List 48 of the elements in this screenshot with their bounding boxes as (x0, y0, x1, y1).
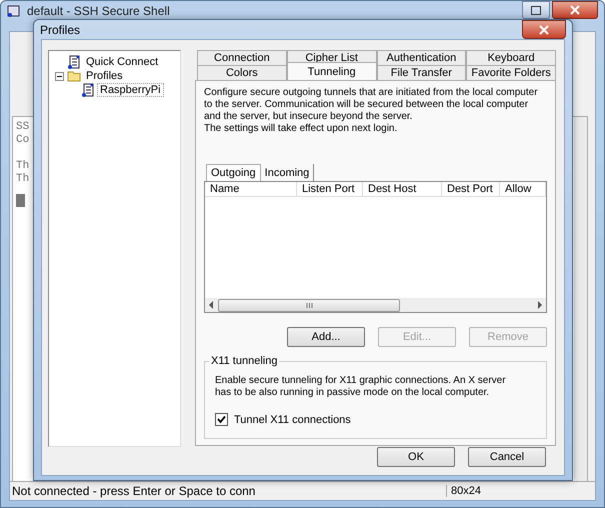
dialog-button[interactable]: OK (377, 447, 455, 467)
status-message: Not connected - press Enter or Space to conn (11, 484, 256, 498)
dialog-title: Profiles (40, 22, 80, 36)
terminal-cursor (16, 194, 25, 207)
terminal-line: Co (16, 134, 30, 146)
terminal-line: Th (16, 160, 30, 172)
column-header[interactable]: Name (205, 182, 297, 196)
terminal-line: SS (16, 121, 30, 133)
tab[interactable]: File Transfer (376, 65, 466, 80)
profile-icon (67, 55, 81, 69)
window-title: default - SSH Secure Shell (27, 4, 170, 18)
group-title: X11 tunneling (209, 355, 280, 367)
profile-icon (81, 83, 95, 97)
terminal-size: 80x24 (446, 485, 485, 497)
folder-icon (67, 69, 81, 83)
tunneling-description: Configure secure outgoing tunnels that are initiated from the local computer to the server. Communication will be secured between the local computer and the server, but insecure beyond the server. The settings will take effect upon next login. (204, 87, 539, 135)
app-icon (7, 4, 21, 18)
close-icon (539, 24, 549, 34)
scroll-right-icon[interactable] (537, 301, 543, 309)
tab[interactable]: Colors (197, 65, 287, 80)
tree-item[interactable]: Quick Connect (84, 56, 160, 68)
tab[interactable]: Connection (197, 50, 287, 65)
tab[interactable]: Favorite Folders (466, 65, 556, 80)
column-header[interactable]: Allow (500, 182, 546, 196)
terminal-line: Th (16, 173, 30, 185)
tab[interactable]: Keyboard (466, 50, 556, 65)
collapse-icon[interactable] (55, 72, 64, 80)
close-button[interactable] (522, 20, 566, 39)
checkbox[interactable] (215, 413, 228, 426)
tab[interactable]: Outgoing (206, 164, 261, 181)
close-icon (570, 5, 580, 15)
maximize-button[interactable] (522, 1, 550, 19)
scroll-left-icon[interactable] (208, 301, 214, 309)
checkbox-label[interactable]: Tunnel X11 connections (234, 414, 351, 426)
x11-description: Enable secure tunneling for X11 graphic connections. An X server has to be also running in passive mode on the local computer. (215, 375, 507, 399)
tunnel-button[interactable]: Add... (287, 327, 365, 347)
column-header[interactable]: Listen Port (297, 182, 363, 196)
column-header[interactable]: Dest Port (442, 182, 500, 196)
dialog-button[interactable]: Cancel (468, 447, 546, 467)
scroll-thumb[interactable] (218, 298, 400, 312)
column-header[interactable]: Dest Host (363, 182, 442, 196)
tree-item[interactable]: RaspberryPi (98, 84, 163, 96)
tab[interactable]: Authentication (376, 50, 466, 65)
tab[interactable]: Tunneling (286, 62, 376, 80)
maximize-icon (531, 6, 541, 14)
tree-item[interactable]: Profiles (84, 70, 125, 82)
tunnel-list[interactable]: Name Listen Port Dest Host Dest Port Allow (204, 181, 547, 313)
close-button[interactable] (552, 1, 598, 19)
